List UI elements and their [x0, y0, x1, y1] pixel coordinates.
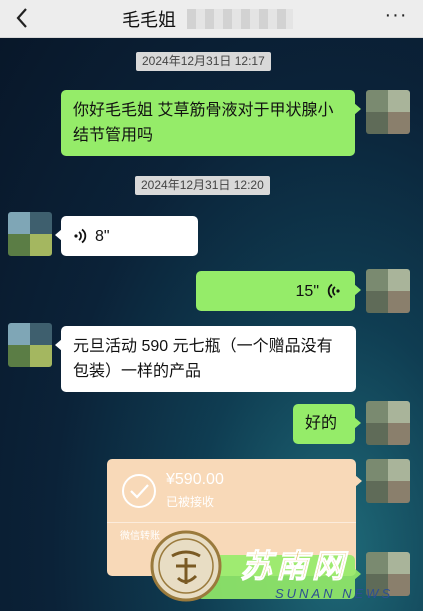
- message-bubble-other[interactable]: 元旦活动 590 元七瓶（一个赠品没有包装）一样的产品: [55, 326, 356, 392]
- voice-message-me[interactable]: 15": [196, 271, 361, 311]
- avatar-me[interactable]: [366, 90, 410, 134]
- voice-duration: 8": [95, 227, 110, 245]
- transfer-amount: ¥590.00: [166, 471, 224, 488]
- chat-title: 毛毛姐: [122, 10, 176, 30]
- check-circle-icon: [122, 474, 156, 508]
- message-bubble-me[interactable]: 好的: [293, 404, 361, 444]
- voice-wave-icon: [74, 228, 87, 244]
- voice-duration: 15": [295, 282, 319, 300]
- back-button[interactable]: [8, 3, 36, 33]
- avatar-other[interactable]: [8, 212, 52, 256]
- title-redaction: [187, 9, 293, 29]
- avatar-me[interactable]: [366, 269, 410, 313]
- voice-wave-icon: [327, 283, 340, 299]
- more-button[interactable]: ···: [379, 4, 413, 32]
- chevron-left-icon: [16, 8, 27, 28]
- chat-header: 毛毛姐 ···: [0, 0, 423, 38]
- avatar-me[interactable]: [366, 401, 410, 445]
- watermark-subtext: SUNAN NEWS: [275, 586, 394, 601]
- message-bubble-me[interactable]: 你好毛毛姐 艾草筋骨液对于甲状腺小结节管用吗: [61, 90, 361, 156]
- timestamp: 2024年12月31日 12:20: [135, 176, 270, 195]
- watermark-text: 苏南网: [239, 548, 349, 585]
- avatar-me[interactable]: [366, 459, 410, 503]
- watermark-logo-icon: [150, 530, 222, 602]
- timestamp: 2024年12月31日 12:17: [136, 52, 271, 71]
- voice-message-other[interactable]: 8": [55, 216, 198, 256]
- avatar-other[interactable]: [8, 323, 52, 367]
- transfer-status: 已被接收: [166, 495, 215, 509]
- divider: [107, 522, 356, 523]
